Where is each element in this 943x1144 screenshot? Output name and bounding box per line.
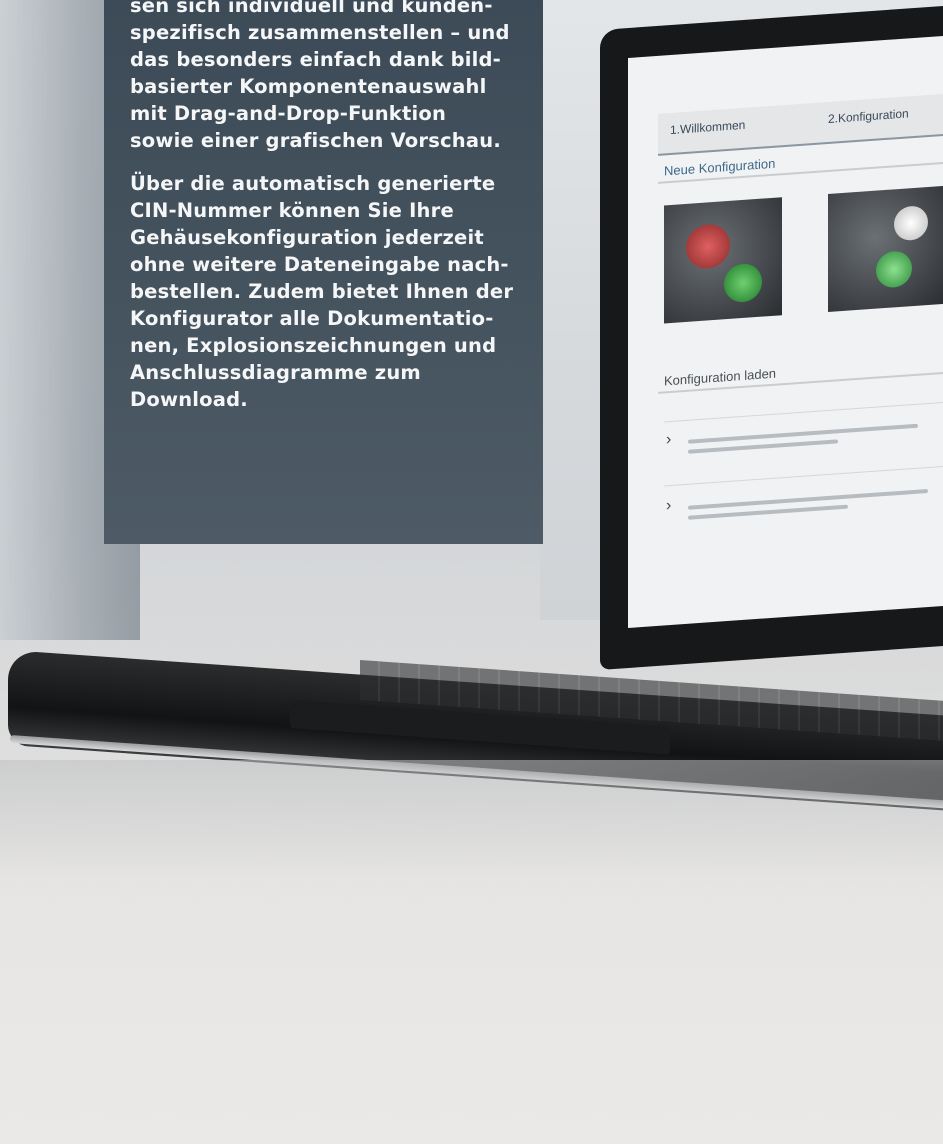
green-button-image bbox=[724, 262, 762, 304]
screen-tab-welcome: 1.Willkommen bbox=[670, 117, 746, 138]
chevron-right-icon: › bbox=[666, 496, 672, 515]
laptop-screen: 1.Willkommen 2.Konfiguration Neue Konfig… bbox=[628, 32, 943, 628]
green-button-image bbox=[876, 250, 912, 289]
screen-tab-bar: 1.Willkommen 2.Konfiguration bbox=[658, 90, 943, 156]
screen-thumbnail-buttons bbox=[664, 197, 782, 324]
text-panel: sen sich individuell und kunden- spezifi… bbox=[104, 0, 543, 544]
red-button-image bbox=[686, 222, 730, 270]
surface-reflection bbox=[0, 760, 943, 880]
panel-paragraph-2: Über die automatisch generierte CIN-Numm… bbox=[130, 172, 514, 411]
screen-tab-configuration: 2.Konfiguration bbox=[828, 106, 909, 127]
chevron-right-icon: › bbox=[666, 430, 672, 449]
screen-thumbnail-enclosure bbox=[828, 185, 943, 313]
screen-list-divider bbox=[664, 464, 943, 487]
screen-list-divider bbox=[664, 400, 943, 423]
white-button-image bbox=[894, 205, 928, 242]
panel-paragraph-1: sen sich individuell und kunden- spezifi… bbox=[130, 0, 510, 152]
